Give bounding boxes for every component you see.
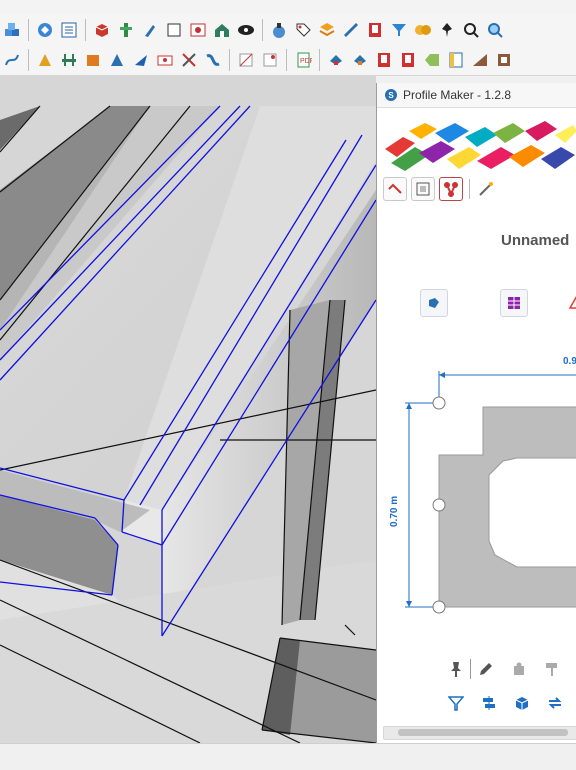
action-tools-row [447,694,576,712]
shape-icon[interactable] [131,50,151,70]
point2-icon[interactable] [260,50,280,70]
toolbar-separator [286,49,287,71]
panel-title-bar[interactable]: S Profile Maker - 1.2.8 [377,83,576,108]
puzzle-icon[interactable] [510,660,528,678]
app-logo-icon: S [385,89,397,101]
brush-icon[interactable] [140,20,160,40]
scrollbar-thumb[interactable] [398,729,568,736]
window-top-strip [0,0,576,15]
panel-horizontal-scrollbar[interactable] [383,726,576,740]
dw2-icon[interactable] [374,50,394,70]
rectangle-icon[interactable] [164,20,184,40]
cut-icon[interactable] [107,50,127,70]
toolbar-separator [262,19,263,41]
toolbar-row-2: PDF [0,45,576,76]
toolbar-row-1 [0,15,576,46]
apply-profile-button[interactable] [420,289,448,317]
height-dimension-label: 0.70 m [379,466,400,527]
align-icon[interactable] [480,694,498,712]
edit-tools-row [447,659,576,679]
paint-roller-icon[interactable] [543,660,561,678]
flask-icon[interactable] [269,20,289,40]
tab-profile-draw[interactable] [383,177,407,201]
toolbar-separator [229,49,230,71]
curve-icon[interactable] [203,50,223,70]
profile-name: Unnamed [501,232,570,249]
width-dimension-label: 0.9 [563,356,576,367]
box-icon[interactable] [92,20,112,40]
inspector-icon[interactable] [35,20,55,40]
tree-icon[interactable] [116,20,136,40]
svg-text:PDF: PDF [300,58,312,65]
house-icon[interactable] [212,20,232,40]
cube-tool-icon[interactable] [513,694,531,712]
status-bar [0,743,576,770]
edit-icon[interactable] [155,50,175,70]
warning-icon[interactable] [569,293,576,309]
draw-icon[interactable] [35,50,55,70]
wedge-icon[interactable] [470,50,490,70]
tab-branch[interactable] [439,177,463,201]
frame-icon[interactable] [494,50,514,70]
panel-title: Profile Maker - 1.2.8 [403,88,512,102]
path-icon[interactable] [2,50,22,70]
swap-icon[interactable] [546,694,564,712]
label-icon[interactable] [422,50,442,70]
profile-maker-panel: S Profile Maker - 1.2.8 Unnamed 0.9 0.70… [376,83,576,743]
point1-icon[interactable] [236,50,256,70]
model-viewport[interactable] [0,76,376,743]
toolbar-separator [319,49,320,71]
pin-icon[interactable] [437,20,457,40]
doc-icon[interactable]: PDF [293,50,313,70]
cube-stack-icon[interactable] [2,20,22,40]
search-icon[interactable] [461,20,481,40]
panel-icon[interactable] [446,50,466,70]
toolbar-separator [85,19,86,41]
cube-icon[interactable] [83,50,103,70]
image-icon[interactable] [188,20,208,40]
list-icon[interactable] [59,20,79,40]
profile-drawing-canvas[interactable] [377,345,576,615]
filter-icon[interactable] [389,20,409,40]
tag-icon[interactable] [293,20,313,40]
dw3-icon[interactable] [398,50,418,70]
toolbar-separator [28,19,29,41]
scissors-icon[interactable] [179,50,199,70]
pin-tool-icon[interactable] [447,660,465,678]
layers-icon[interactable] [317,20,337,40]
toolbar-separator [28,49,29,71]
eye-icon[interactable] [236,20,256,40]
filter-tool-icon[interactable] [447,694,465,712]
tab-separator [469,179,470,199]
height-dimension-text: 0.70 m [389,495,400,527]
ruler-icon[interactable] [341,20,361,40]
pencil-icon[interactable] [477,660,495,678]
dw-icon[interactable] [365,20,385,40]
tool-separator [470,659,471,679]
search2-icon[interactable] [485,20,505,40]
scene-drawing [0,76,376,743]
magic-wand-icon[interactable] [476,179,496,199]
solid-icon[interactable] [59,50,79,70]
material-button[interactable] [500,289,528,317]
mode-tabs [383,177,496,201]
tab-frame[interactable] [411,177,435,201]
profile-banner-image [385,119,576,173]
sample1-icon[interactable] [326,50,346,70]
circles-icon[interactable] [413,20,433,40]
sample2-icon[interactable] [350,50,370,70]
